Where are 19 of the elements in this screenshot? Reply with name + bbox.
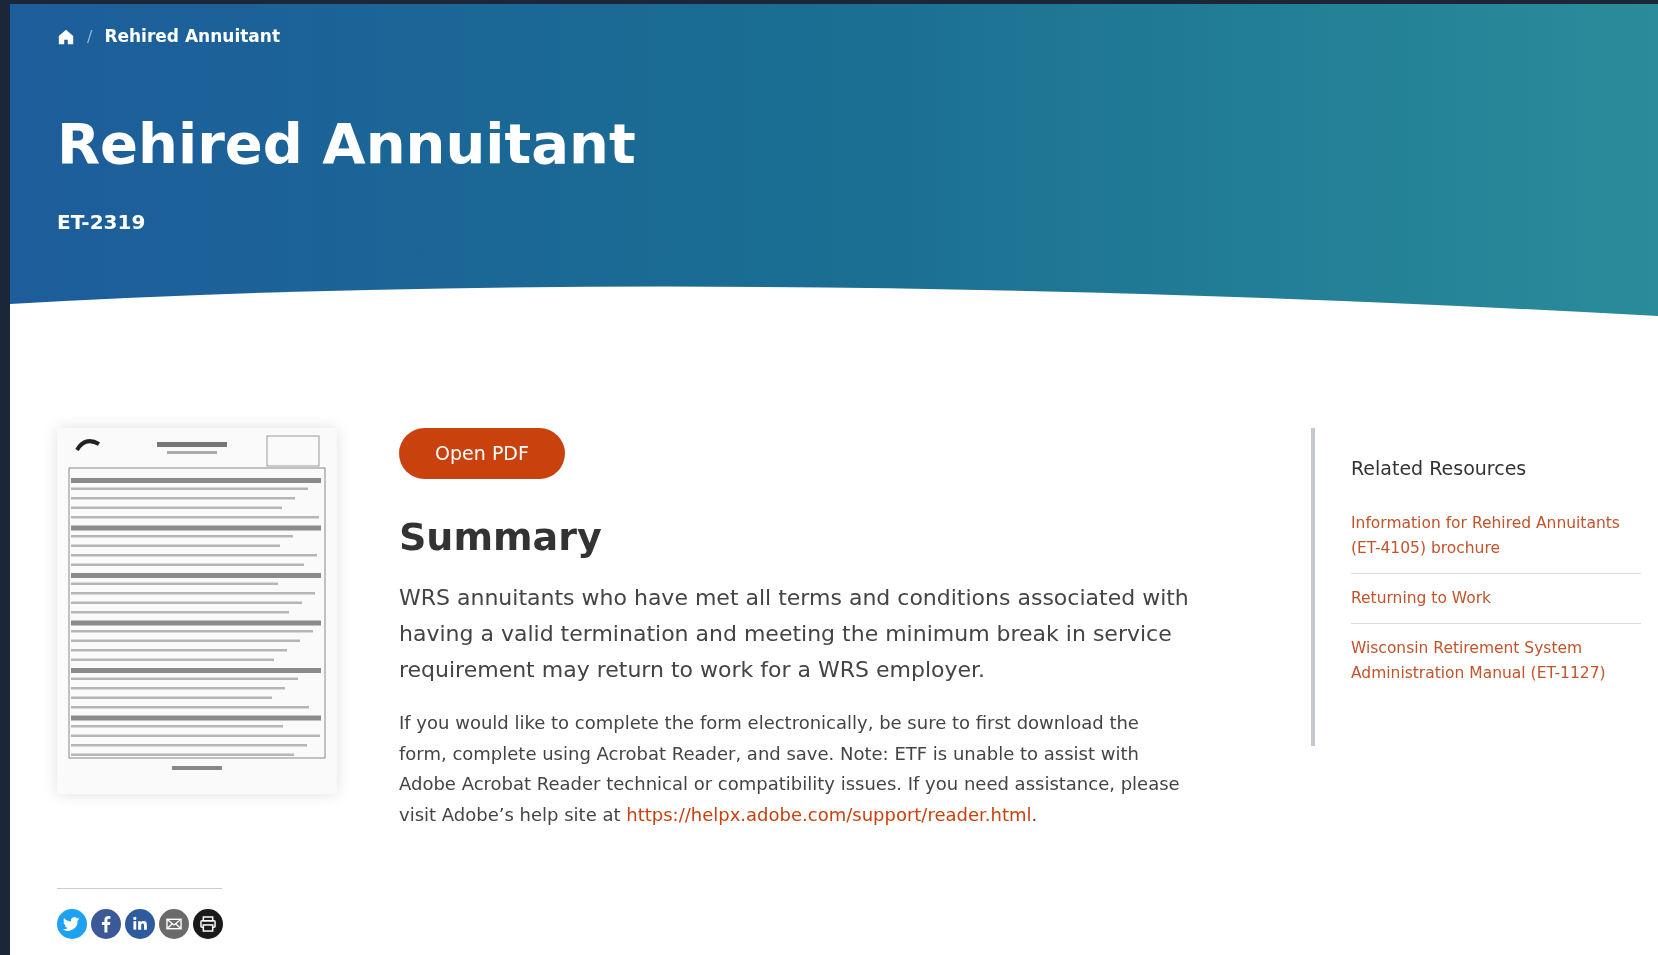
summary-heading: Summary (399, 514, 603, 561)
breadcrumb-current[interactable]: Rehired Annuitant (104, 24, 281, 50)
related-link[interactable]: Wisconsin Retirement System Administration Manual (ET-1127) (1351, 623, 1641, 698)
open-pdf-button[interactable]: Open PDF (399, 428, 565, 479)
summary-paragraph: WRS annuitants who have met all terms and conditions associated with having a valid termination and meeting the minimum break in service requirement may return to work for a WRS employer. (399, 584, 1190, 684)
note-paragraph: If you would like to complete the form electronically, be sure to first download the form, complete using Acrobat Reader, and save. Note: ETF is unable to assist with Adobe Acrobat Reader technical or compatibility issues. If you need assistance, please visit Adobe’s help site at https://helpx.adobe.com/support/reader.html. (399, 711, 1181, 827)
page-title: Rehired Annuitant (57, 115, 637, 172)
linkedin-icon[interactable] (125, 909, 155, 939)
related-link[interactable]: Information for Rehired Annuitants (ET-4105) brochure (1351, 498, 1641, 574)
bird-icon[interactable] (57, 909, 87, 939)
form-number: ET-2319 (57, 208, 147, 236)
envelope-icon[interactable] (159, 909, 189, 939)
related-link[interactable]: Returning to Work (1351, 573, 1641, 624)
printer-icon[interactable] (193, 909, 223, 939)
home-icon[interactable] (57, 27, 75, 46)
related-heading: Related Resources (1351, 456, 1528, 481)
breadcrumb-separator: / (87, 25, 93, 48)
adobe-help-link[interactable]: https://helpx.adobe.com/support/reader.html (626, 803, 1032, 825)
facebook-icon[interactable] (91, 909, 121, 939)
